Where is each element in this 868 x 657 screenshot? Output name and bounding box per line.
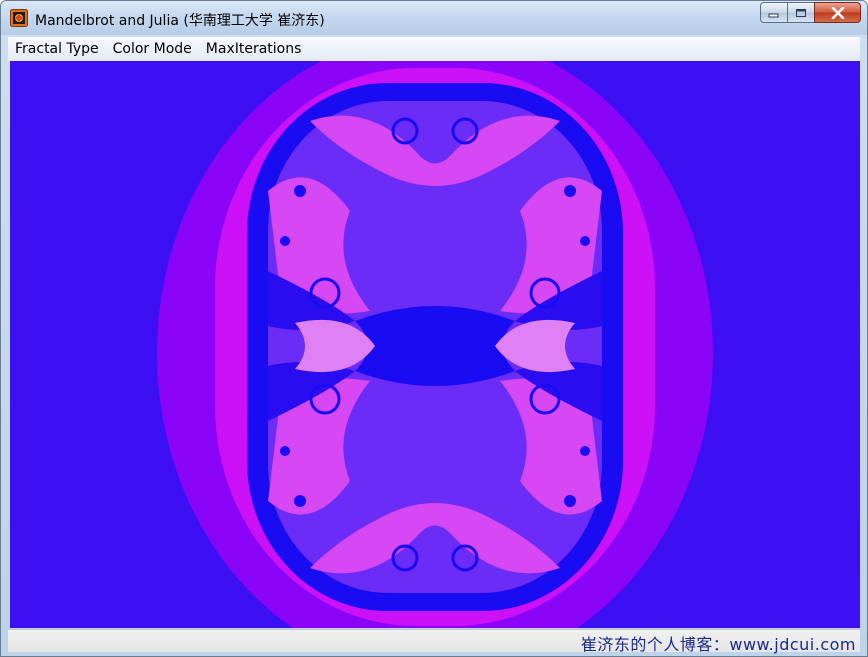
maximize-button[interactable]	[787, 2, 814, 23]
julia-set-image	[10, 61, 860, 628]
fractal-canvas[interactable]	[10, 61, 860, 628]
window-title: Mandelbrot and Julia (华南理工大学 崔济东)	[35, 13, 325, 29]
app-window: Mandelbrot and Julia (华南理工大学 崔济东) Fracta…	[0, 0, 868, 657]
menu-max-iterations[interactable]: MaxIterations	[199, 37, 309, 61]
menu-color-mode[interactable]: Color Mode	[106, 37, 199, 61]
status-bar: 崔济东的个人博客：www.jdcui.com	[8, 629, 860, 654]
menu-bar: Fractal Type Color Mode MaxIterations	[8, 37, 860, 61]
fractal-app-icon	[10, 9, 28, 27]
close-button[interactable]	[814, 2, 861, 23]
minimize-icon	[768, 13, 779, 17]
title-bar[interactable]: Mandelbrot and Julia (华南理工大学 崔济东)	[1, 1, 867, 35]
window-controls	[760, 2, 861, 23]
status-blog-text: 崔济东的个人博客：www.jdcui.com	[580, 635, 856, 654]
menu-fractal-type[interactable]: Fractal Type	[8, 37, 106, 61]
close-icon	[831, 6, 844, 19]
maximize-icon	[796, 8, 806, 17]
minimize-button[interactable]	[760, 2, 787, 23]
